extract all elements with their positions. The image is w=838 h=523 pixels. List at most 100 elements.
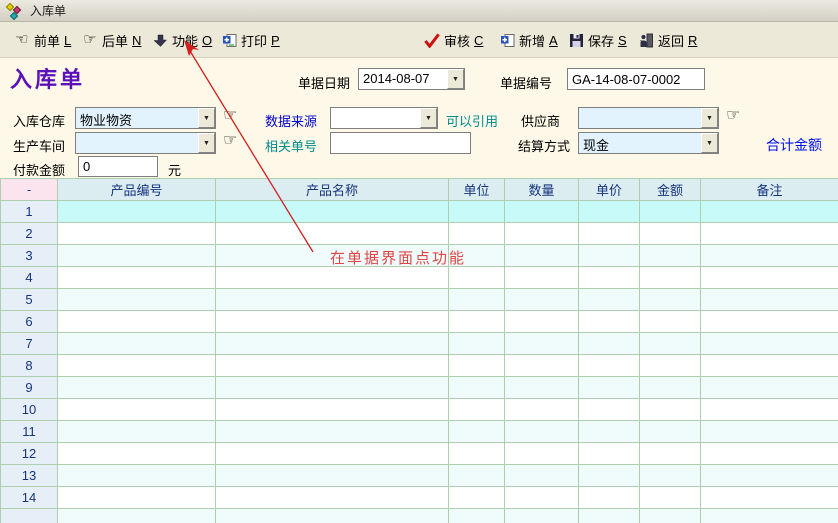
table-cell[interactable] bbox=[579, 509, 640, 523]
table-cell[interactable] bbox=[701, 267, 838, 289]
audit-button[interactable]: 审核C bbox=[424, 28, 483, 52]
table-cell[interactable] bbox=[449, 311, 505, 333]
table-cell[interactable] bbox=[701, 223, 838, 245]
table-cell[interactable] bbox=[640, 487, 701, 509]
table-cell[interactable] bbox=[505, 399, 579, 421]
supplier-combo[interactable]: ▼ bbox=[578, 107, 719, 129]
row-number[interactable]: 5 bbox=[1, 289, 58, 311]
table-cell[interactable] bbox=[701, 355, 838, 377]
row-number[interactable]: 9 bbox=[1, 377, 58, 399]
table-cell[interactable] bbox=[701, 245, 838, 267]
table-cell[interactable] bbox=[58, 487, 216, 509]
table-cell[interactable] bbox=[505, 377, 579, 399]
table-cell[interactable] bbox=[216, 311, 449, 333]
table-cell[interactable] bbox=[505, 333, 579, 355]
table-cell[interactable] bbox=[701, 487, 838, 509]
table-cell[interactable] bbox=[58, 333, 216, 355]
table-cell[interactable] bbox=[579, 201, 640, 223]
table-cell[interactable] bbox=[640, 377, 701, 399]
table-cell[interactable] bbox=[505, 465, 579, 487]
table-cell[interactable] bbox=[58, 509, 216, 523]
new-button[interactable]: 新增A bbox=[499, 28, 558, 52]
table-cell[interactable] bbox=[505, 245, 579, 267]
chevron-down-icon[interactable]: ▼ bbox=[198, 108, 215, 128]
table-cell[interactable] bbox=[579, 443, 640, 465]
table-cell[interactable] bbox=[579, 223, 640, 245]
grid-column-header[interactable]: 备注 bbox=[701, 179, 838, 201]
table-cell[interactable] bbox=[579, 421, 640, 443]
table-cell[interactable] bbox=[579, 267, 640, 289]
table-cell[interactable] bbox=[640, 333, 701, 355]
table-cell[interactable] bbox=[449, 399, 505, 421]
table-cell[interactable] bbox=[579, 355, 640, 377]
table-cell[interactable] bbox=[216, 509, 449, 523]
print-button[interactable]: 打印P bbox=[221, 28, 280, 52]
table-cell[interactable] bbox=[640, 399, 701, 421]
table-cell[interactable] bbox=[449, 443, 505, 465]
table-cell[interactable] bbox=[579, 487, 640, 509]
table-cell[interactable] bbox=[505, 311, 579, 333]
table-cell[interactable] bbox=[58, 355, 216, 377]
table-cell[interactable] bbox=[701, 333, 838, 355]
table-cell[interactable] bbox=[58, 289, 216, 311]
table-cell[interactable] bbox=[640, 289, 701, 311]
table-cell[interactable] bbox=[505, 267, 579, 289]
table-cell[interactable] bbox=[640, 223, 701, 245]
row-number[interactable]: 2 bbox=[1, 223, 58, 245]
data-source-combo[interactable]: ▼ bbox=[330, 107, 438, 129]
row-number[interactable]: 4 bbox=[1, 267, 58, 289]
table-cell[interactable] bbox=[216, 377, 449, 399]
table-cell[interactable] bbox=[640, 355, 701, 377]
chevron-down-icon[interactable]: ▼ bbox=[420, 108, 437, 128]
warehouse-picker-hand-icon[interactable]: ☞ bbox=[223, 108, 237, 124]
table-cell[interactable] bbox=[449, 487, 505, 509]
table-cell[interactable] bbox=[58, 377, 216, 399]
table-cell[interactable] bbox=[579, 245, 640, 267]
table-cell[interactable] bbox=[216, 443, 449, 465]
table-cell[interactable] bbox=[579, 399, 640, 421]
related-no-input[interactable] bbox=[330, 132, 471, 154]
table-cell[interactable] bbox=[505, 487, 579, 509]
table-cell[interactable] bbox=[449, 245, 505, 267]
table-cell[interactable] bbox=[505, 223, 579, 245]
chevron-down-icon[interactable]: ▼ bbox=[701, 108, 718, 128]
grid-column-header[interactable]: 数量 bbox=[505, 179, 579, 201]
table-cell[interactable] bbox=[216, 245, 449, 267]
table-cell[interactable] bbox=[216, 355, 449, 377]
table-cell[interactable] bbox=[505, 443, 579, 465]
prev-doc-button[interactable]: ☜ 前单L bbox=[14, 28, 71, 52]
workshop-picker-hand-icon[interactable]: ☞ bbox=[223, 133, 237, 149]
table-cell[interactable] bbox=[58, 465, 216, 487]
table-cell[interactable] bbox=[701, 509, 838, 523]
table-cell[interactable] bbox=[505, 289, 579, 311]
row-number[interactable]: 6 bbox=[1, 311, 58, 333]
table-cell[interactable] bbox=[640, 311, 701, 333]
table-cell[interactable] bbox=[58, 245, 216, 267]
payment-input[interactable] bbox=[78, 156, 158, 177]
grid-column-header[interactable]: - bbox=[1, 179, 58, 201]
table-cell[interactable] bbox=[216, 223, 449, 245]
grid-column-header[interactable]: 产品编号 bbox=[58, 179, 216, 201]
warehouse-combo[interactable]: 物业物资 ▼ bbox=[75, 107, 216, 129]
table-cell[interactable] bbox=[216, 421, 449, 443]
table-cell[interactable] bbox=[449, 421, 505, 443]
table-cell[interactable] bbox=[579, 465, 640, 487]
table-cell[interactable] bbox=[701, 289, 838, 311]
grid-column-header[interactable]: 单价 bbox=[579, 179, 640, 201]
chevron-down-icon[interactable]: ▼ bbox=[198, 133, 215, 153]
table-cell[interactable] bbox=[701, 465, 838, 487]
row-number[interactable]: 11 bbox=[1, 421, 58, 443]
row-number[interactable]: 13 bbox=[1, 465, 58, 487]
table-cell[interactable] bbox=[58, 267, 216, 289]
row-number[interactable]: 8 bbox=[1, 355, 58, 377]
table-cell[interactable] bbox=[505, 509, 579, 523]
table-cell[interactable] bbox=[701, 311, 838, 333]
table-cell[interactable] bbox=[58, 443, 216, 465]
table-cell[interactable] bbox=[58, 421, 216, 443]
table-cell[interactable] bbox=[449, 355, 505, 377]
table-cell[interactable] bbox=[58, 201, 216, 223]
table-cell[interactable] bbox=[449, 289, 505, 311]
row-number[interactable]: 12 bbox=[1, 443, 58, 465]
table-cell[interactable] bbox=[449, 377, 505, 399]
chevron-down-icon[interactable]: ▼ bbox=[701, 133, 718, 153]
